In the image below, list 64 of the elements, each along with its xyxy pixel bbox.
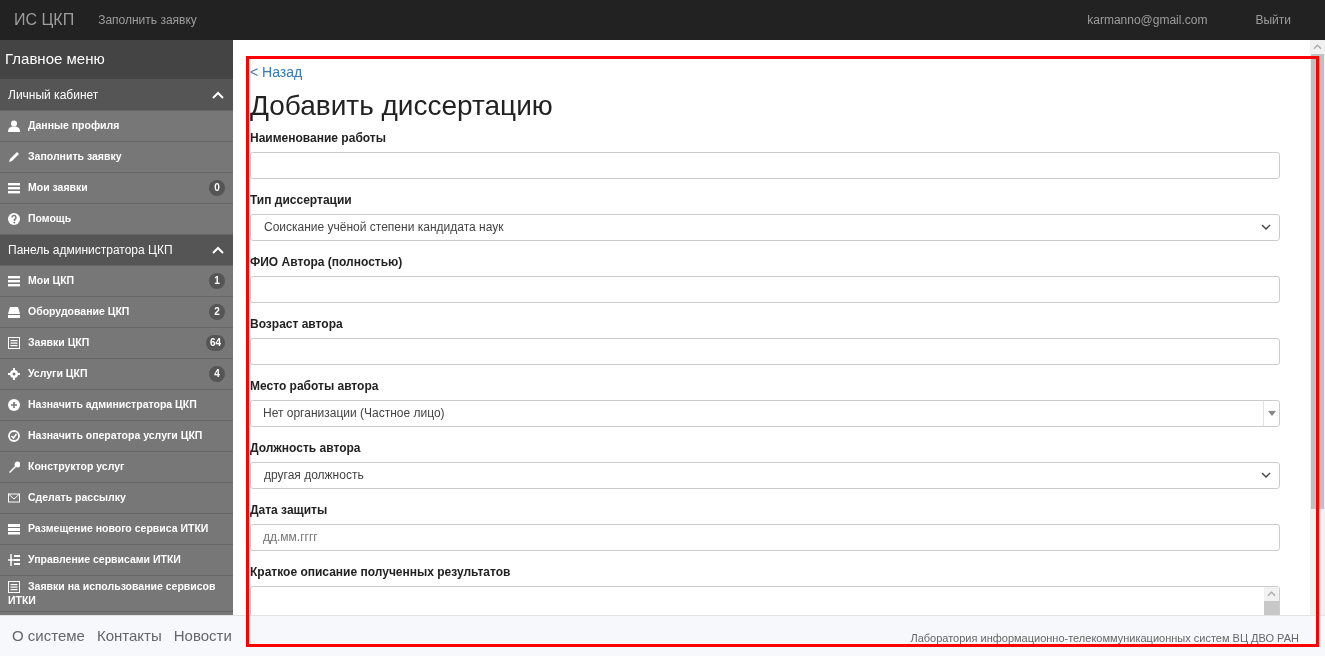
- user-email: karmanno@gmail.com: [1087, 12, 1208, 29]
- count-badge: 2: [209, 304, 225, 320]
- field-label: Место работы автора: [250, 377, 379, 395]
- back-link[interactable]: < Назад: [250, 64, 303, 80]
- tree-icon: [8, 554, 20, 567]
- sidebar-item[interactable]: Данные профиля: [0, 111, 233, 142]
- sidebar-item[interactable]: Назначить администратора ЦКП: [0, 390, 233, 421]
- date-field[interactable]: дд.мм.гггг: [250, 523, 1280, 551]
- input-field[interactable]: [250, 151, 1280, 179]
- sidebar-item[interactable]: Оборудование ЦКП 2: [0, 297, 233, 328]
- nav-link[interactable]: Заполнить заявку: [98, 11, 197, 29]
- field-label: Краткое описание полученных результатов: [250, 563, 511, 581]
- field-label: Возраст автора: [250, 315, 343, 333]
- server-icon: [8, 523, 20, 536]
- wrench-icon: [8, 461, 20, 474]
- logout-link[interactable]: Выйти: [1255, 11, 1291, 29]
- envelope-icon: [8, 492, 20, 505]
- field-label: Должность автора: [250, 439, 361, 457]
- person-icon: [8, 120, 20, 133]
- field-label: Наименование работы: [250, 129, 386, 147]
- select-field[interactable]: Соискание учёной степени кандидата наук: [250, 213, 1280, 241]
- field-label: Тип диссертации: [250, 191, 352, 209]
- select-field[interactable]: Нет организации (Частное лицо): [250, 399, 1280, 427]
- input-field[interactable]: [250, 275, 1280, 303]
- sidebar-item[interactable]: Управление сервисами ИТКИ: [0, 545, 233, 576]
- select-field[interactable]: другая должность: [250, 461, 1280, 489]
- sidebar-item[interactable]: Сделать рассылку: [0, 483, 233, 514]
- chevron-up-icon: [1267, 590, 1276, 597]
- caret-down-icon: [1267, 410, 1276, 416]
- footer-link[interactable]: Контакты: [96, 624, 162, 648]
- section-title: Личный кабинет: [8, 87, 99, 104]
- field-label: ФИО Автора (полностью): [250, 253, 403, 271]
- drive-icon: [8, 306, 20, 319]
- input-field[interactable]: [250, 337, 1280, 365]
- check-circle-icon: [8, 430, 20, 443]
- document-icon: [8, 337, 20, 350]
- pencil-icon: [8, 151, 20, 164]
- chevron-down-icon: [1261, 224, 1271, 231]
- chevron-down-icon: [1261, 472, 1271, 479]
- sidebar-title: Главное меню: [0, 40, 233, 80]
- plus-circle-icon: [8, 399, 20, 412]
- count-badge: 1: [209, 273, 225, 289]
- chevron-up-icon: [1313, 44, 1322, 50]
- field-label: Дата защиты: [250, 501, 328, 519]
- sidebar-item[interactable]: Мои ЦКП 1: [0, 266, 233, 297]
- count-badge: 4: [209, 366, 225, 382]
- page-title: Добавить диссертацию: [250, 89, 554, 123]
- section-header[interactable]: Панель администратора ЦКП: [0, 235, 233, 266]
- footer-link[interactable]: Новости: [173, 624, 232, 648]
- count-badge: 0: [209, 180, 225, 196]
- section-title: Панель администратора ЦКП: [8, 242, 173, 259]
- sidebar-item[interactable]: Услуги ЦКП 4: [0, 359, 233, 390]
- section-header[interactable]: Личный кабинет: [0, 80, 233, 111]
- brand-link[interactable]: ИС ЦКП: [14, 8, 75, 32]
- sidebar-item[interactable]: Назначить оператора услуги ЦКП: [0, 421, 233, 452]
- list-icon: [8, 182, 20, 195]
- sidebar-item[interactable]: Мои заявки 0: [0, 173, 233, 204]
- count-badge: 64: [205, 335, 225, 351]
- help-icon: [8, 213, 20, 226]
- document-icon: [8, 581, 20, 594]
- sidebar-item[interactable]: Заявки ЦКП 64: [0, 328, 233, 359]
- list-icon: [8, 275, 20, 288]
- sidebar-item[interactable]: Размещение нового сервиса ИТКИ: [0, 514, 233, 545]
- footer-link[interactable]: О системе: [12, 624, 85, 648]
